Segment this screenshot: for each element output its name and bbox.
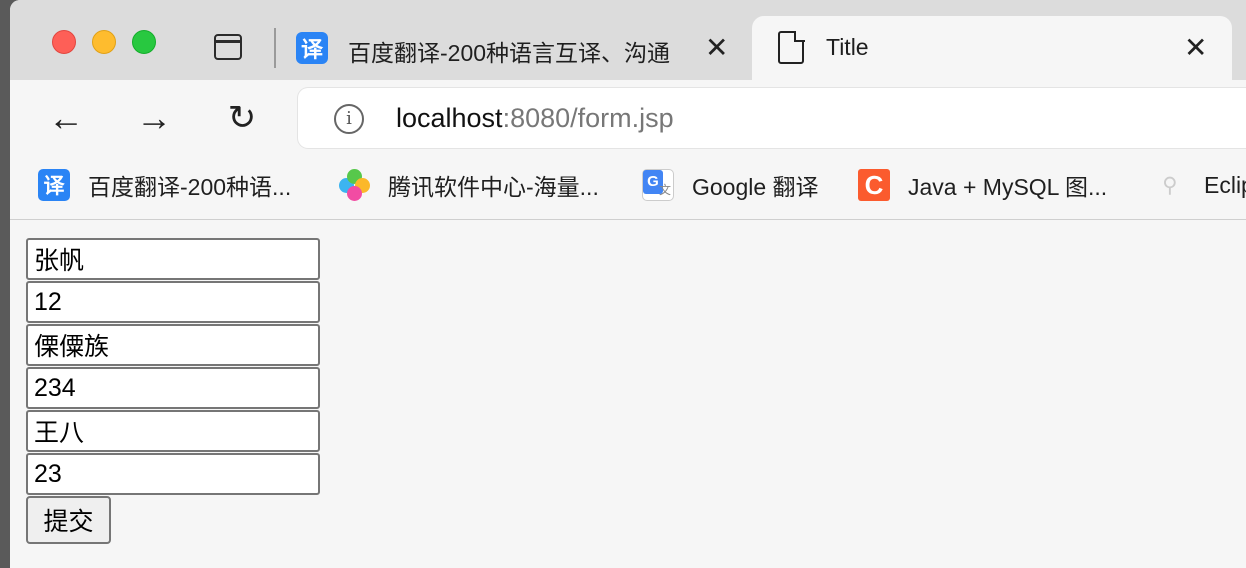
submit-button[interactable]: 提交 [26,496,111,544]
forward-arrow-icon[interactable]: → [132,98,176,138]
tab-title: 百度翻译-200种语言互译、沟通 [348,40,671,66]
document-icon [778,30,805,64]
page-content: 提交 [10,221,1246,568]
reload-icon[interactable]: ↻ [220,98,264,138]
browser-toolbar: ← → ↻ i localhost:8080/form.jsp [10,80,1246,156]
close-window-button[interactable] [52,30,76,54]
bookmark-baidu-translate[interactable]: 译 百度翻译-200种语... [38,168,291,202]
form-field-3[interactable] [26,324,320,366]
bookmark-tencent-software[interactable]: 腾讯软件中心-海量... [338,168,599,202]
back-arrow-icon[interactable]: ← [44,98,88,138]
tencent-software-icon [338,169,370,201]
bookmark-label: Java + MySQL 图... [908,174,1108,200]
minimize-window-button[interactable] [92,30,116,54]
sidebar-toggle-icon[interactable] [214,34,242,60]
bookmark-google-translate[interactable]: G 文 Google 翻译 [642,168,819,202]
url-host: localhost [396,103,503,133]
tab-close-icon[interactable]: ✕ [705,34,728,62]
baidu-translate-favicon-icon: 译 [296,32,328,64]
tab-title-active[interactable]: Title ✕ [752,16,1232,80]
csdn-icon: C [858,169,890,201]
google-translate-icon: G 文 [642,169,674,201]
form-field-4[interactable] [26,367,320,409]
eclipse-icon: ⚲ [1162,173,1178,197]
tab-close-icon[interactable]: ✕ [1184,34,1207,62]
form-field-6[interactable] [26,453,320,495]
form-field-2[interactable] [26,281,320,323]
zoom-window-button[interactable] [132,30,156,54]
form-field-5[interactable] [26,410,320,452]
tab-separator [274,28,276,68]
bookmark-label: Google 翻译 [692,174,819,200]
baidu-translate-icon: 译 [38,169,70,201]
bookmark-eclipse[interactable]: ⚲ Eclip [1154,168,1246,202]
tab-title: Title [826,34,869,60]
tab-baidu-translate[interactable]: 译 百度翻译-200种语言互译、沟通 ✕ [280,16,750,80]
bookmarks-bar: 译 百度翻译-200种语... 腾讯软件中心-海量... G 文 Google … [10,156,1246,220]
tab-strip: 译 百度翻译-200种语言互译、沟通 ✕ Title ✕ [10,0,1246,80]
bookmark-label: 百度翻译-200种语... [88,174,292,200]
url-text[interactable]: localhost:8080/form.jsp [396,103,674,134]
address-bar[interactable]: i localhost:8080/form.jsp [298,88,1246,148]
info-icon[interactable]: i [334,104,364,134]
form-field-1[interactable] [26,238,320,280]
bookmark-label: Eclip [1204,171,1246,198]
bookmark-java-mysql[interactable]: C Java + MySQL 图... [858,168,1107,202]
bookmark-label: 腾讯软件中心-海量... [388,174,599,200]
browser-window: 译 百度翻译-200种语言互译、沟通 ✕ Title ✕ ← → ↻ i loc… [10,0,1246,568]
url-path: :8080/form.jsp [502,103,674,133]
